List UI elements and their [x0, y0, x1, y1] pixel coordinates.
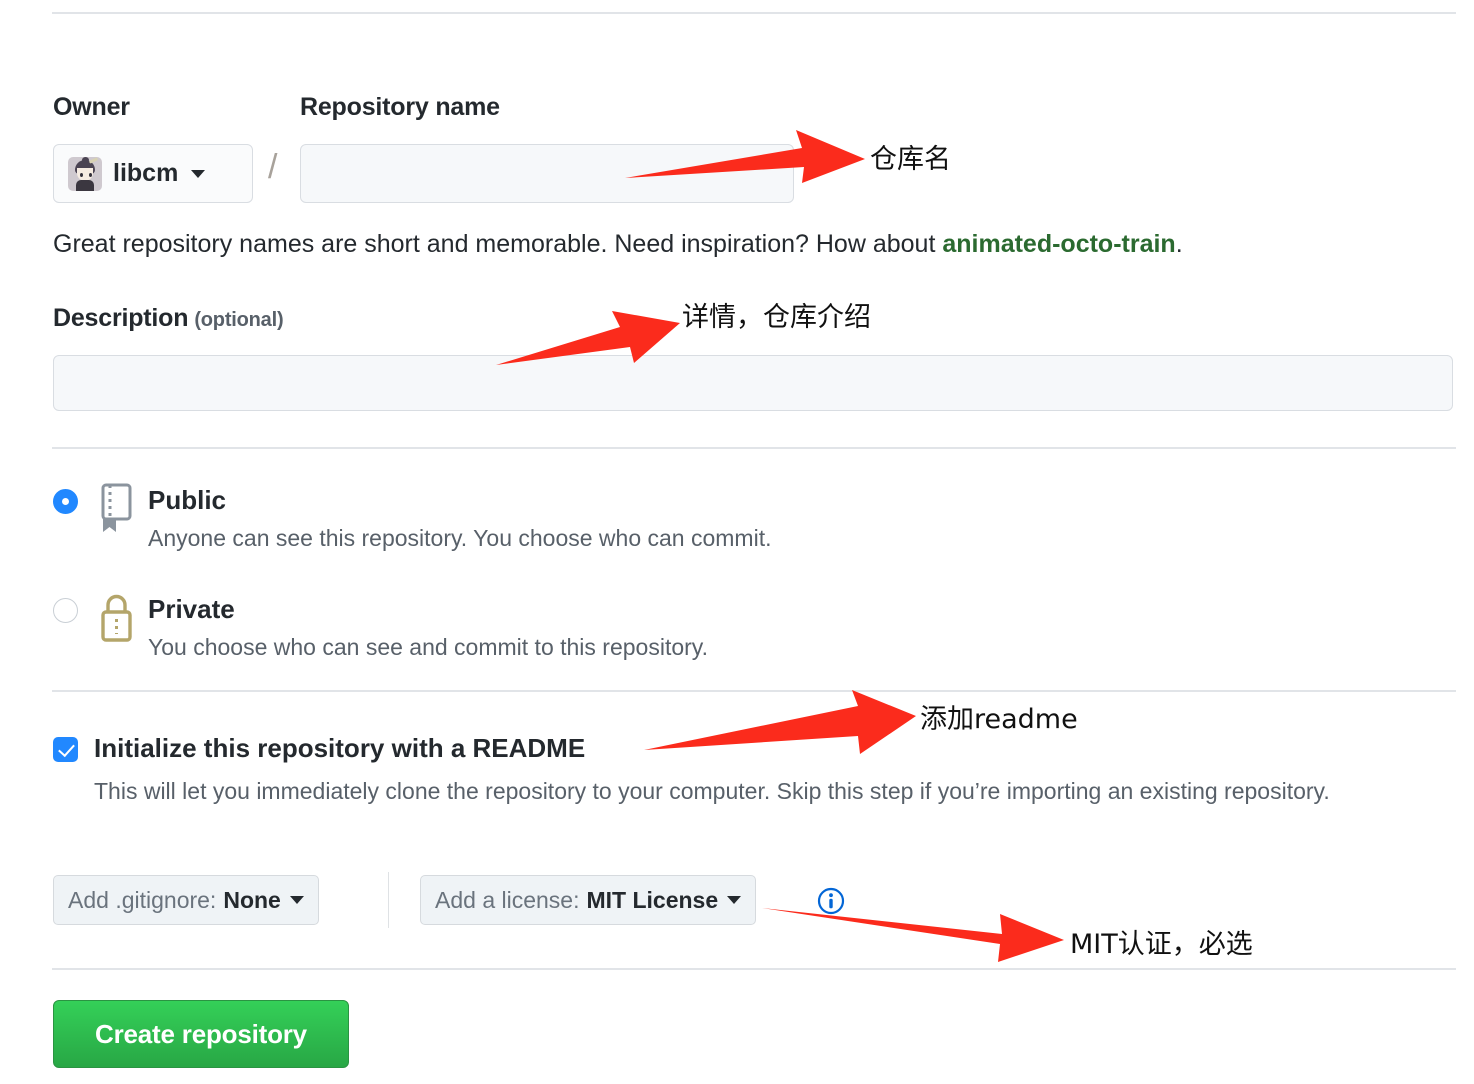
repository-name-suggestion-link[interactable]: animated-octo-train [942, 230, 1175, 258]
visibility-description-private: You choose who can see and commit to thi… [148, 634, 708, 660]
description-optional-note: (optional) [194, 309, 284, 331]
description-input[interactable] [53, 355, 1453, 411]
divider-initialize [52, 690, 1456, 692]
repository-name-hint: Great repository names are short and mem… [53, 230, 1183, 259]
owner-dropdown[interactable]: libcm [53, 144, 253, 203]
divider-visibility [52, 447, 1456, 449]
dropdown-separator [388, 872, 389, 928]
radio-public[interactable] [53, 489, 78, 514]
license-value: MIT License [586, 886, 719, 913]
initialize-readme-label: Initialize this repository with a README [94, 733, 586, 763]
annotation-label-readme: 添加readme [920, 704, 1078, 735]
gitignore-value: None [223, 886, 281, 913]
owner-repo-separator: / [268, 148, 278, 186]
radio-private[interactable] [53, 598, 78, 623]
chevron-down-icon [289, 896, 304, 904]
owner-name-label: libcm [113, 159, 179, 187]
annotation-label-license: MIT认证，必选 [1070, 929, 1253, 960]
divider-submit [52, 968, 1456, 970]
chevron-down-icon [727, 896, 742, 904]
visibility-title-private: Private [148, 594, 235, 624]
description-label-text: Description [53, 304, 189, 332]
annotation-label-repo-name: 仓库名 [870, 144, 951, 175]
create-repository-page: Owner Repository name libcm / Great repo… [0, 0, 1474, 1084]
create-repository-button[interactable]: Create repository [53, 1000, 349, 1068]
initialize-readme-checkbox[interactable] [53, 737, 78, 762]
divider-top [52, 12, 1456, 14]
lock-icon [97, 592, 137, 644]
hint-text-after: . [1175, 230, 1183, 258]
repo-book-icon [97, 483, 137, 535]
chevron-down-icon [191, 169, 206, 178]
info-circle-icon[interactable] [817, 887, 845, 915]
annotation-arrow-license [762, 908, 1064, 962]
annotation-label-description: 详情，仓库介绍 [682, 302, 871, 333]
owner-label: Owner [53, 93, 130, 121]
initialize-readme-description: This will let you immediately clone the … [94, 778, 1330, 804]
visibility-title-public: Public [148, 485, 227, 515]
license-dropdown[interactable]: Add a license: MIT License [420, 875, 757, 925]
gitignore-prefix-label: Add .gitignore: [68, 886, 217, 913]
repository-name-label: Repository name [300, 93, 500, 121]
hint-text-before: Great repository names are short and mem… [53, 230, 943, 258]
user-avatar-icon [68, 156, 102, 191]
annotation-arrow-readme [644, 690, 916, 754]
license-prefix-label: Add a license: [435, 886, 580, 913]
visibility-description-public: Anyone can see this repository. You choo… [148, 525, 772, 551]
description-label: Description (optional) [53, 304, 284, 333]
repository-name-input[interactable] [300, 144, 794, 203]
gitignore-dropdown[interactable]: Add .gitignore: None [53, 875, 319, 925]
